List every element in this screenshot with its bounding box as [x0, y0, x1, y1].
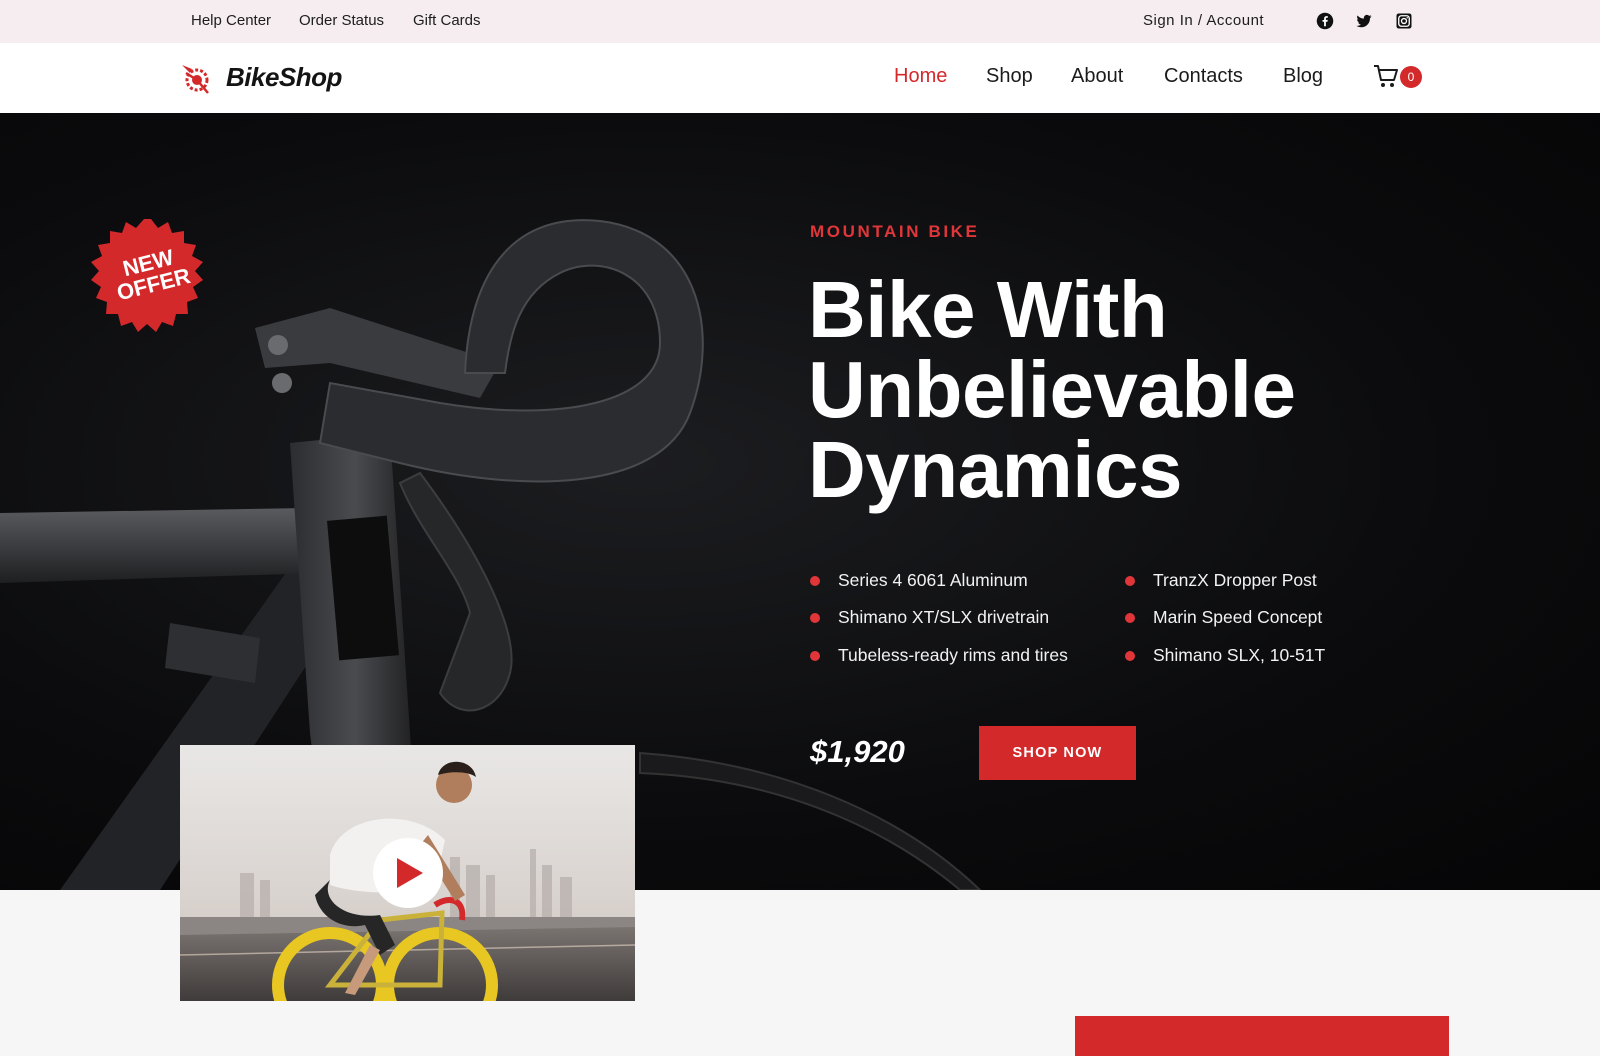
twitter-icon[interactable]: [1355, 12, 1373, 30]
bullet-icon: [810, 651, 820, 661]
hero-title: Bike With Unbelievable Dynamics: [808, 270, 1448, 510]
feature-item: TranzX Dropper Post: [1125, 570, 1317, 591]
hero-eyebrow: MOUNTAIN BIKE: [810, 222, 980, 241]
instagram-icon[interactable]: [1395, 12, 1413, 30]
nav-contacts[interactable]: Contacts: [1164, 65, 1243, 88]
order-status-link[interactable]: Order Status: [299, 12, 384, 29]
feature-item: Shimano SLX, 10-51T: [1125, 645, 1326, 666]
sign-in-account-link[interactable]: Sign In / Account: [1143, 12, 1264, 29]
feature-text: TranzX Dropper Post: [1153, 570, 1317, 590]
top-bar: Help Center Order Status Gift Cards Sign…: [0, 0, 1600, 43]
feature-item: Marin Speed Concept: [1125, 607, 1323, 628]
play-icon: [397, 858, 423, 888]
feature-item: Series 4 6061 Aluminum: [810, 570, 1028, 591]
feature-item: Shimano XT/SLX drivetrain: [810, 607, 1050, 628]
feature-text: Shimano SLX, 10-51T: [1153, 645, 1326, 665]
feature-text: Tubeless-ready rims and tires: [838, 645, 1068, 665]
nav-shop[interactable]: Shop: [986, 65, 1033, 88]
help-center-link[interactable]: Help Center: [191, 12, 271, 29]
feature-text: Series 4 6061 Aluminum: [838, 570, 1028, 590]
shop-now-button[interactable]: SHOP NOW: [979, 726, 1136, 780]
hero-title-line-2: Unbelievable: [808, 345, 1296, 434]
cart-count-badge: 0: [1400, 66, 1422, 88]
feature-item: Tubeless-ready rims and tires: [810, 645, 1068, 666]
nav-home[interactable]: Home: [894, 65, 947, 88]
bullet-icon: [1125, 576, 1135, 586]
brand-name[interactable]: BikeShop: [226, 62, 342, 93]
bullet-icon: [810, 613, 820, 623]
facebook-icon[interactable]: [1316, 12, 1334, 30]
feature-text: Marin Speed Concept: [1153, 607, 1323, 627]
gift-cards-link[interactable]: Gift Cards: [413, 12, 481, 29]
hero-title-line-1: Bike With: [808, 265, 1168, 354]
bullet-icon: [810, 576, 820, 586]
nav-blog[interactable]: Blog: [1283, 65, 1323, 88]
hero-title-line-3: Dynamics: [808, 425, 1182, 514]
nav-about[interactable]: About: [1071, 65, 1123, 88]
product-price: $1,920: [810, 734, 905, 769]
play-video-button[interactable]: [373, 838, 443, 908]
bikeshop-logo-icon[interactable]: [180, 61, 212, 95]
bullet-icon: [1125, 651, 1135, 661]
red-accent-block: [1075, 1016, 1449, 1056]
feature-text: Shimano XT/SLX drivetrain: [838, 607, 1050, 627]
main-navbar: BikeShop Home Shop About Contacts Blog 0: [0, 43, 1600, 113]
bullet-icon: [1125, 613, 1135, 623]
cart-icon[interactable]: [1373, 63, 1399, 89]
